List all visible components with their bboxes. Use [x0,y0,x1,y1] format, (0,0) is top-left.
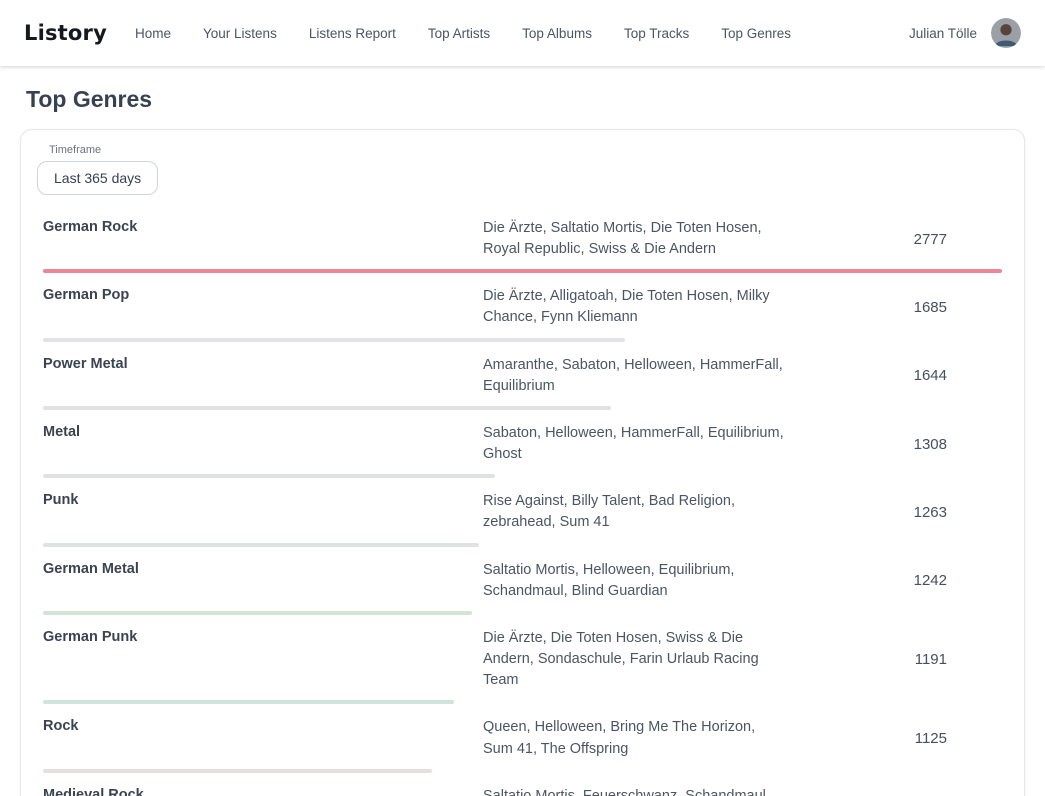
genre-artists: Saltatio Mortis, Helloween, Equilibrium,… [483,560,788,602]
genre-name: German Metal [43,560,483,602]
genre-count: 1242 [788,572,1002,589]
page-title: Top Genres [26,86,1045,113]
user-menu[interactable]: Julian Tölle [909,18,1021,48]
genre-count: 1644 [788,367,1002,384]
genre-count: 1685 [788,299,1002,316]
genre-list: German Rock Die Ärzte, Saltatio Mortis, … [21,199,1024,796]
nav-link-top-tracks[interactable]: Top Tracks [624,26,689,41]
genre-name: Power Metal [43,355,483,397]
brand-logo[interactable]: Listory [24,21,107,45]
timeframe-filter: Timeframe Last 365 days [21,144,1024,199]
genre-artists: Die Ärzte, Alligatoah, Die Toten Hosen, … [483,286,788,328]
genre-row: Power Metal Amaranthe, Sabaton, Hellowee… [43,342,1002,410]
genre-count: 1308 [788,436,1002,453]
genre-name: Medieval Rock [43,786,483,796]
nav-link-your-listens[interactable]: Your Listens [203,26,277,41]
genre-name: Punk [43,491,483,533]
genre-artists: Amaranthe, Sabaton, Helloween, HammerFal… [483,355,788,397]
top-genres-card: Timeframe Last 365 days German Rock Die … [20,129,1025,796]
genre-row: German Pop Die Ärzte, Alligatoah, Die To… [43,273,1002,341]
genre-artists: Queen, Helloween, Bring Me The Horizon, … [483,717,788,759]
avatar[interactable] [991,18,1021,48]
genre-row: German Rock Die Ärzte, Saltatio Mortis, … [43,205,1002,273]
timeframe-select[interactable]: Last 365 days [37,161,158,195]
genre-count: 2777 [788,231,1002,248]
genre-artists: Saltatio Mortis, Feuerschwanz, Schandmau… [483,786,788,796]
genre-count: 1125 [788,730,1002,747]
timeframe-label: Timeframe [49,144,1008,156]
genre-row: German Punk Die Ärzte, Die Toten Hosen, … [43,615,1002,704]
genre-name: Rock [43,717,483,759]
genre-row: Punk Rise Against, Billy Talent, Bad Rel… [43,478,1002,546]
genre-name: Metal [43,423,483,465]
nav-link-listens-report[interactable]: Listens Report [309,26,396,41]
genre-row: Rock Queen, Helloween, Bring Me The Hori… [43,704,1002,772]
genre-artists: Rise Against, Billy Talent, Bad Religion… [483,491,788,533]
genre-row: Metal Sabaton, Helloween, HammerFall, Eq… [43,410,1002,478]
nav-link-home[interactable]: Home [135,26,171,41]
genre-artists: Die Ärzte, Die Toten Hosen, Swiss & Die … [483,628,788,691]
nav-link-top-genres[interactable]: Top Genres [721,26,791,41]
genre-name: German Rock [43,218,483,260]
user-name: Julian Tölle [909,26,977,41]
genre-row: German Metal Saltatio Mortis, Helloween,… [43,547,1002,615]
genre-name: German Pop [43,286,483,328]
nav-links: Home Your Listens Listens Report Top Artist… [135,26,791,41]
genre-name: German Punk [43,628,483,691]
nav-link-top-artists[interactable]: Top Artists [428,26,490,41]
top-navigation: Listory Home Your Listens Listens Report To… [0,0,1045,66]
genre-row: Medieval Rock Saltatio Mortis, Feuerschw… [43,773,1002,796]
genre-count: 1263 [788,504,1002,521]
genre-artists: Die Ärzte, Saltatio Mortis, Die Toten Ho… [483,218,788,260]
genre-artists: Sabaton, Helloween, HammerFall, Equilibr… [483,423,788,465]
nav-link-top-albums[interactable]: Top Albums [522,26,592,41]
genre-count: 1191 [788,651,1002,668]
